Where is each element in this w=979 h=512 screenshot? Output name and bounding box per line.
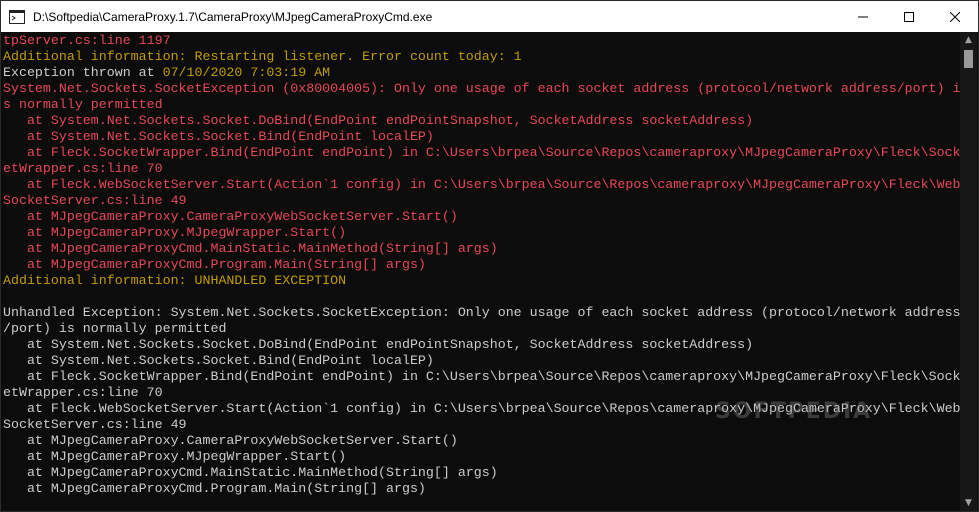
- scroll-up-button[interactable]: ▲: [960, 32, 977, 48]
- console-line-text: /port) is normally permitted: [3, 321, 227, 336]
- console-line-text: s normally permitted: [3, 97, 163, 112]
- console-line-text: at Fleck.SocketWrapper.Bind(EndPoint end…: [3, 369, 961, 384]
- console-line: at MJpegCameraProxyCmd.Program.Main(Stri…: [3, 481, 961, 497]
- console-line-text: at System.Net.Sockets.Socket.DoBind(EndP…: [3, 337, 754, 352]
- timestamp: 07/10/2020 7:03:19 AM: [162, 65, 331, 80]
- console-line: at Fleck.WebSocketServer.Start(Action`1 …: [3, 177, 961, 193]
- console-line-text: at Fleck.WebSocketServer.Start(Action`1 …: [3, 177, 961, 192]
- console-line: at System.Net.Sockets.Socket.DoBind(EndP…: [3, 337, 961, 353]
- scroll-thumb[interactable]: [964, 50, 973, 68]
- console-line-text: etWrapper.cs:line 70: [3, 161, 163, 176]
- minimize-icon: [858, 16, 868, 17]
- console-line-text: SocketServer.cs:line 49: [3, 417, 187, 432]
- console-line-text: at System.Net.Sockets.Socket.Bind(EndPoi…: [3, 353, 434, 368]
- console-line: etWrapper.cs:line 70: [3, 161, 961, 177]
- console-line-text: at Fleck.SocketWrapper.Bind(EndPoint end…: [3, 145, 961, 160]
- console-line-text: at MJpegCameraProxyCmd.Program.Main(Stri…: [3, 257, 426, 272]
- console-line-text: Exception thrown at: [3, 65, 163, 80]
- console-line: at MJpegCameraProxy.MJpegWrapper.Start(): [3, 225, 961, 241]
- console-line-text: tpServer.cs:line 1197: [3, 33, 171, 48]
- console-line: Additional information: UNHANDLED EXCEPT…: [3, 273, 961, 289]
- minimize-button[interactable]: [840, 1, 886, 32]
- title-bar[interactable]: D:\Softpedia\CameraProxy.1.7\CameraProxy…: [1, 1, 978, 32]
- console-line-text: at System.Net.Sockets.Socket.DoBind(EndP…: [3, 113, 754, 128]
- scroll-down-button[interactable]: ▼: [960, 495, 977, 511]
- console-line: Additional information: Restarting liste…: [3, 49, 961, 65]
- console-line-text: Additional information: UNHANDLED EXCEPT…: [3, 273, 347, 288]
- console-line: at MJpegCameraProxy.CameraProxyWebSocket…: [3, 209, 961, 225]
- console-line-text: at MJpegCameraProxy.MJpegWrapper.Start(): [3, 225, 347, 240]
- console-line: at System.Net.Sockets.Socket.DoBind(EndP…: [3, 113, 961, 129]
- console-line-text: at MJpegCameraProxyCmd.Program.Main(Stri…: [3, 481, 426, 496]
- console-line: tpServer.cs:line 1197: [3, 33, 961, 49]
- console-line: at Fleck.SocketWrapper.Bind(EndPoint end…: [3, 145, 961, 161]
- console-app-icon: [9, 9, 25, 25]
- console-line: SocketServer.cs:line 49: [3, 193, 961, 209]
- console-line-text: at Fleck.WebSocketServer.Start(Action`1 …: [3, 401, 961, 416]
- console-line-text: at MJpegCameraProxy.CameraProxyWebSocket…: [3, 209, 458, 224]
- console-line-text: SocketServer.cs:line 49: [3, 193, 187, 208]
- console-line: Unhandled Exception: System.Net.Sockets.…: [3, 305, 961, 321]
- console-line-text: at MJpegCameraProxyCmd.MainStatic.MainMe…: [3, 241, 498, 256]
- console-line: Exception thrown at 07/10/2020 7:03:19 A…: [3, 65, 961, 81]
- arrow-up-icon: ▲: [965, 35, 972, 45]
- console-line: s normally permitted: [3, 97, 961, 113]
- close-button[interactable]: [932, 1, 978, 32]
- window-title: D:\Softpedia\CameraProxy.1.7\CameraProxy…: [33, 9, 433, 24]
- close-icon: [950, 11, 960, 22]
- console-window: D:\Softpedia\CameraProxy.1.7\CameraProxy…: [0, 0, 979, 512]
- console-line: at Fleck.SocketWrapper.Bind(EndPoint end…: [3, 369, 961, 385]
- maximize-button[interactable]: [886, 1, 932, 32]
- arrow-down-icon: ▼: [965, 498, 972, 508]
- console-output[interactable]: tpServer.cs:line 1197 Additional informat…: [3, 33, 961, 511]
- console-line: at MJpegCameraProxy.MJpegWrapper.Start(): [3, 449, 961, 465]
- console-line: SocketServer.cs:line 49: [3, 417, 961, 433]
- console-line-text: at MJpegCameraProxyCmd.MainStatic.MainMe…: [3, 465, 498, 480]
- console-line-text: at System.Net.Sockets.Socket.Bind(EndPoi…: [3, 129, 434, 144]
- console-line-text: System.Net.Sockets.SocketException (0x80…: [3, 81, 961, 96]
- vertical-scrollbar[interactable]: ▲ ▼: [960, 32, 977, 511]
- console-line: at MJpegCameraProxyCmd.Program.Main(Stri…: [3, 257, 961, 273]
- console-line-text: at MJpegCameraProxy.CameraProxyWebSocket…: [3, 433, 458, 448]
- console-line: at MJpegCameraProxyCmd.MainStatic.MainMe…: [3, 241, 961, 257]
- console-line-text: at MJpegCameraProxy.MJpegWrapper.Start(): [3, 449, 347, 464]
- console-line-text: Unhandled Exception: System.Net.Sockets.…: [3, 305, 961, 320]
- console-line-text: Additional information: Restarting liste…: [3, 49, 522, 64]
- console-line: System.Net.Sockets.SocketException (0x80…: [3, 81, 961, 97]
- console-line: at MJpegCameraProxyCmd.MainStatic.MainMe…: [3, 465, 961, 481]
- console-line-text: etWrapper.cs:line 70: [3, 385, 163, 400]
- console-line: at System.Net.Sockets.Socket.Bind(EndPoi…: [3, 129, 961, 145]
- console-line: etWrapper.cs:line 70: [3, 385, 961, 401]
- console-line: at System.Net.Sockets.Socket.Bind(EndPoi…: [3, 353, 961, 369]
- console-line: /port) is normally permitted: [3, 321, 961, 337]
- console-line: at MJpegCameraProxy.CameraProxyWebSocket…: [3, 433, 961, 449]
- console-line: at Fleck.WebSocketServer.Start(Action`1 …: [3, 401, 961, 417]
- maximize-icon: [904, 11, 914, 22]
